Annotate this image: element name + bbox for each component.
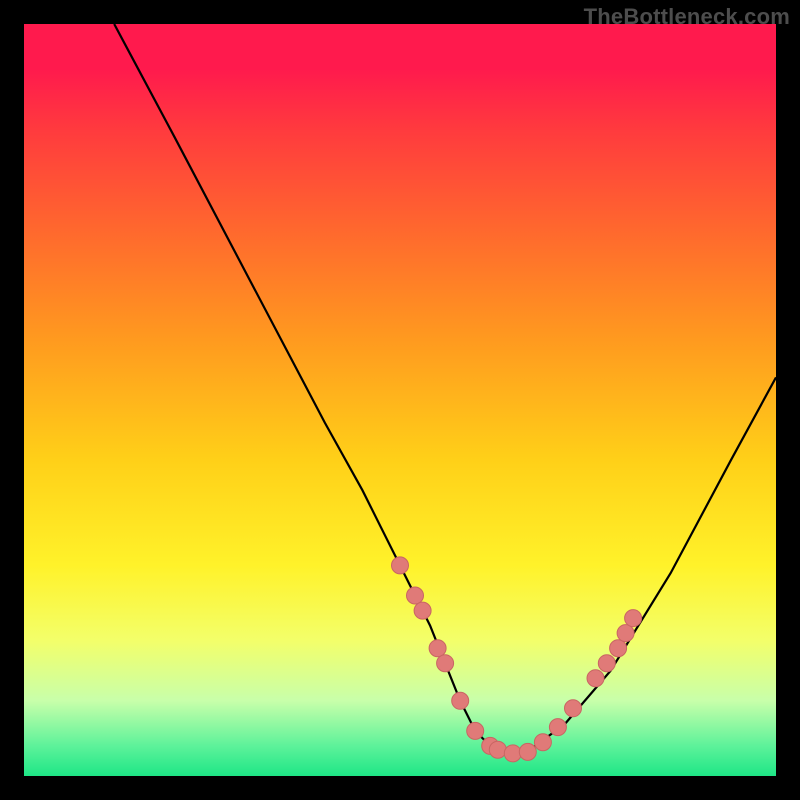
curve-markers <box>392 557 642 762</box>
chart-svg <box>24 24 776 776</box>
curve-marker <box>549 719 566 736</box>
curve-marker <box>437 655 454 672</box>
curve-marker <box>598 655 615 672</box>
curve-marker <box>452 692 469 709</box>
curve-marker <box>489 741 506 758</box>
curve-marker <box>534 734 551 751</box>
curve-marker <box>610 640 627 657</box>
curve-marker <box>467 722 484 739</box>
curve-marker <box>504 745 521 762</box>
curve-marker <box>625 610 642 627</box>
curve-marker <box>565 700 582 717</box>
curve-marker <box>407 587 424 604</box>
watermark-text: TheBottleneck.com <box>584 4 790 30</box>
chart-frame: TheBottleneck.com <box>0 0 800 800</box>
curve-marker <box>617 625 634 642</box>
curve-marker <box>392 557 409 574</box>
curve-marker <box>587 670 604 687</box>
curve-marker <box>429 640 446 657</box>
curve-marker <box>414 602 431 619</box>
curve-marker <box>519 743 536 760</box>
